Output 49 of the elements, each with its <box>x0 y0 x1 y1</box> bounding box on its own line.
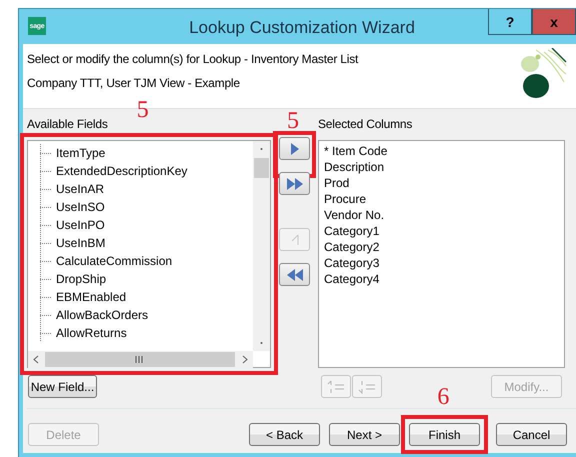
remove-all-button[interactable] <box>279 263 310 286</box>
list-item[interactable]: * Item Code <box>324 143 559 159</box>
available-fields-tree[interactable]: ItemType ExtendedDescriptionKey UseInAR UseInSO UseInPO UseInBM CalculateCommission DropShip EBMEnabled AllowBackOrders AllowReturns <box>27 140 271 368</box>
dialog-button[interactable]: < Back <box>249 423 320 446</box>
right-triangle-icon <box>290 142 299 154</box>
list-item[interactable]: Vendor No. <box>324 207 559 223</box>
tree-item[interactable]: UseInSO <box>56 200 105 214</box>
tree-item[interactable]: EBMEnabled <box>56 290 126 304</box>
tree-item[interactable]: UseInPO <box>56 218 105 232</box>
list-order-icon <box>327 380 345 394</box>
step-number: 5 <box>287 109 299 133</box>
tree-item[interactable]: AllowReturns <box>56 326 127 340</box>
list-item[interactable]: Prod <box>324 175 559 191</box>
leaf-drawing <box>518 48 568 100</box>
tree-item[interactable]: DropShip <box>56 272 106 286</box>
tree-item[interactable]: UseInBM <box>56 236 106 250</box>
tree-item[interactable]: AllowBackOrders <box>56 308 148 322</box>
horizontal-scrollbar[interactable] <box>28 351 253 368</box>
dialog-button[interactable]: Next > <box>329 423 400 446</box>
tree-item[interactable]: CalculateCommission <box>56 254 172 268</box>
list-item[interactable]: Category3 <box>324 255 559 271</box>
help-button[interactable]: ? <box>488 9 532 35</box>
available-fields-label: Available Fields <box>27 117 108 131</box>
list-order-icon <box>358 380 376 394</box>
new-field-button[interactable]: New Field... <box>28 375 97 398</box>
add-button[interactable] <box>279 137 310 160</box>
tree-item[interactable]: ItemType <box>56 146 106 160</box>
slash-icon <box>290 234 298 246</box>
list-item[interactable]: Category2 <box>324 239 559 255</box>
vertical-scrollbar[interactable] <box>253 141 270 351</box>
double-left-arrow-icon <box>286 268 302 280</box>
selected-columns-label: Selected Columns <box>318 117 412 131</box>
close-button[interactable]: x <box>532 9 576 35</box>
step-number: 5 <box>136 98 149 122</box>
tree-item[interactable]: UseInAR <box>56 182 104 196</box>
double-right-arrow-icon <box>286 178 302 190</box>
tree-item[interactable]: ExtendedDescriptionKey <box>56 164 188 178</box>
list-item[interactable]: Category1 <box>324 223 559 239</box>
header-text: Company TTT, User TJM View - Example <box>27 76 241 90</box>
list-item[interactable]: Category4 <box>324 271 559 287</box>
add-all-button[interactable] <box>279 172 310 195</box>
step-number: 6 <box>437 385 450 409</box>
window-title: Lookup Customization Wizard <box>188 18 416 38</box>
header-text: Select or modify the column(s) for Lookup - Inventory Master List <box>27 52 358 66</box>
dialog-button[interactable]: Cancel <box>496 423 567 446</box>
selected-columns-list[interactable]: * Item Code Description Prod Procure Vendor No. Category1 Category2 Category3 Category4 <box>318 140 565 368</box>
dialog-button[interactable]: Finish <box>409 423 480 446</box>
list-item[interactable]: Description <box>324 159 559 175</box>
list-item[interactable]: Procure <box>324 191 559 207</box>
